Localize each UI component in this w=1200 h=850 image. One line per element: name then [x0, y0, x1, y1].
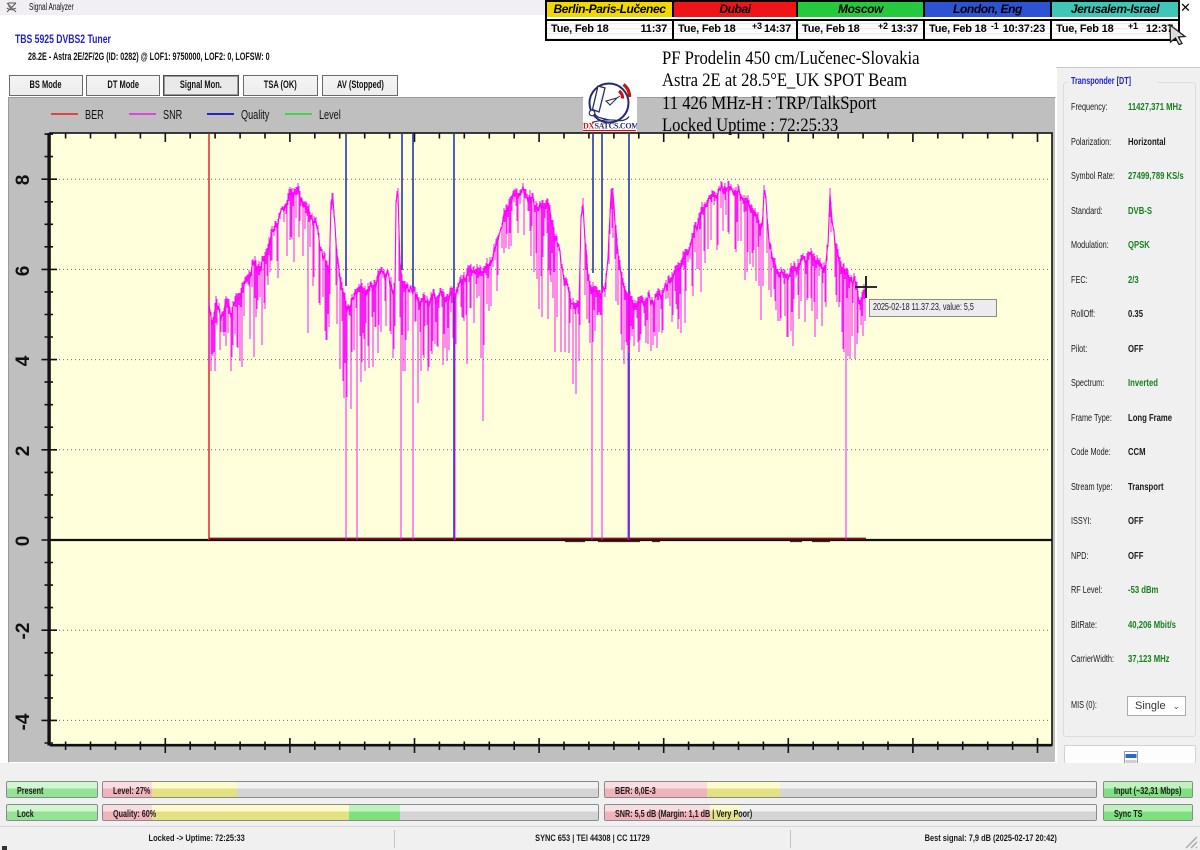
svg-text:SATCS.COM: SATCS.COM [595, 122, 638, 131]
svg-text:DX: DX [583, 122, 594, 131]
